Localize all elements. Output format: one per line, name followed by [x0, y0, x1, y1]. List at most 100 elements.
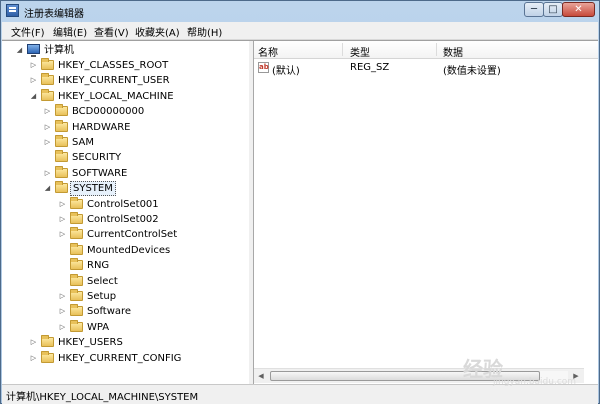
folder-icon [70, 196, 83, 209]
expand-arrow-icon[interactable]: ▷ [29, 58, 38, 73]
tree-node-controlset002[interactable]: ▷ ControlSet002 [58, 212, 249, 227]
list-header: 名称 类型 数据 [254, 41, 598, 59]
expand-arrow-icon[interactable]: ▷ [58, 212, 67, 227]
menu-favorites[interactable]: 收藏夹(A) [135, 24, 180, 39]
regedit-window: 注册表编辑器 ─ □ ✕ 文件(F) 编辑(E) 查看(V) 收藏夹(A) 帮助… [0, 0, 600, 404]
minimize-button[interactable]: ─ [524, 2, 544, 17]
collapse-arrow-icon[interactable]: ◢ [43, 181, 52, 196]
tree-node-label: 计算机 [44, 45, 74, 56]
status-path: 计算机\HKEY_LOCAL_MACHINE\SYSTEM [6, 392, 199, 403]
tree-node-hkey-current-user[interactable]: ▷ HKEY_CURRENT_USER [29, 73, 229, 88]
expand-arrow-icon[interactable]: ▷ [43, 166, 52, 181]
folder-icon [70, 289, 83, 301]
folder-icon [70, 242, 83, 255]
main-content: ◢ 计算机 ▷ HKEY_CLASSES_ROOT ▷ HKEY_CURRENT_US… [2, 40, 598, 384]
tree-node-label: RNG [87, 260, 110, 272]
collapse-arrow-icon[interactable]: ◢ [15, 43, 24, 58]
no-arrow [43, 150, 52, 165]
tree-node-label: HKEY_CURRENT_CONFIG [58, 352, 182, 364]
folder-icon [70, 304, 83, 317]
folder-icon [70, 319, 83, 332]
tree-node-computer[interactable]: ◢ 计算机 [15, 43, 135, 58]
watermark: 经验 jingyan.baidu.com [463, 353, 593, 393]
value-type: REG_SZ [350, 62, 390, 73]
tree-node-label: ControlSet002 [87, 214, 159, 225]
folder-icon [41, 88, 54, 101]
menu-file[interactable]: 文件(F) [11, 24, 45, 39]
expand-arrow-icon[interactable]: ▷ [43, 120, 52, 135]
tree-node-sam[interactable]: ▷ SAM [43, 135, 243, 150]
column-header-type[interactable]: 类型 [350, 44, 370, 59]
expand-arrow-icon[interactable]: ▷ [29, 335, 38, 350]
tree-node-hkey-users[interactable]: ▷ HKEY_USERS [29, 335, 229, 350]
tree-node-label: HARDWARE [72, 121, 131, 133]
tree-node-label: BCD00000000 [72, 106, 145, 118]
maximize-button[interactable]: □ [543, 2, 563, 17]
expand-arrow-icon[interactable]: ▷ [29, 351, 38, 366]
tree-node-hardware[interactable]: ▷ HARDWARE [43, 119, 243, 135]
tree-node-hkey-classes-root[interactable]: ▷ HKEY_CLASSES_ROOT [29, 58, 229, 73]
tree-node-software[interactable]: ▷ Software [58, 304, 249, 319]
tree-node-wpa[interactable]: ▷ WPA [58, 319, 249, 335]
expand-arrow-icon[interactable]: ▷ [58, 289, 67, 304]
computer-icon [27, 44, 40, 57]
tree-node-hkey-current-config[interactable]: ▷ HKEY_CURRENT_CONFIG [29, 350, 229, 366]
column-header-name[interactable]: 名称 [258, 44, 278, 59]
values-list: 名称 类型 数据 ab (默认) REG_SZ (数值未设置) [254, 41, 598, 384]
title-bar[interactable]: 注册表编辑器 ─ □ ✕ [1, 1, 599, 21]
value-data: (数值未设置) [443, 66, 501, 77]
tree-node-system[interactable]: ◢ SYSTEM [43, 181, 243, 197]
close-button[interactable]: ✕ [562, 2, 595, 17]
column-divider[interactable] [342, 43, 343, 56]
tree-node-label: MountedDevices [87, 244, 171, 256]
column-divider[interactable] [436, 43, 437, 56]
tree-node-setup[interactable]: ▷ Setup [58, 289, 249, 304]
window-title: 注册表编辑器 [24, 9, 84, 20]
collapse-arrow-icon[interactable]: ◢ [29, 89, 38, 104]
tree-node-mounteddevices[interactable]: MountedDevices [58, 242, 249, 258]
folder-icon [70, 212, 83, 224]
tree-node-label: HKEY_LOCAL_MACHINE [58, 90, 174, 102]
tree-node-hkey-local-machine[interactable]: ◢ HKEY_LOCAL_MACHINE [29, 88, 229, 104]
tree-node-rng[interactable]: RNG [58, 258, 249, 273]
registry-tree: ◢ 计算机 ▷ HKEY_CLASSES_ROOT ▷ HKEY_CURRENT_US… [2, 41, 250, 384]
string-value-icon: ab [258, 62, 269, 73]
folder-icon [55, 181, 68, 194]
menu-help[interactable]: 帮助(H) [187, 24, 222, 39]
column-header-data[interactable]: 数据 [443, 44, 463, 59]
menu-view[interactable]: 查看(V) [94, 24, 129, 39]
no-arrow [58, 258, 67, 273]
menu-edit[interactable]: 编辑(E) [53, 24, 87, 39]
expand-arrow-icon[interactable]: ▷ [43, 135, 52, 150]
tree-node-label: Select [87, 275, 118, 287]
tree-node-label: HKEY_CLASSES_ROOT [58, 60, 169, 71]
expand-arrow-icon[interactable]: ▷ [29, 73, 38, 88]
folder-icon [70, 227, 83, 240]
tree-node-currentcontrolset[interactable]: ▷ CurrentControlSet [58, 227, 249, 242]
expand-arrow-icon[interactable]: ▷ [58, 320, 67, 335]
expand-arrow-icon[interactable]: ▷ [43, 104, 52, 119]
tree-node-controlset001[interactable]: ▷ ControlSet001 [58, 196, 249, 212]
folder-icon [41, 350, 54, 363]
folder-icon [55, 150, 68, 163]
list-row[interactable]: ab (默认) REG_SZ (数值未设置) [254, 61, 598, 77]
folder-icon [70, 258, 83, 271]
tree-node-label: Software [87, 306, 132, 318]
tree-node-label: SOFTWARE [72, 167, 128, 179]
watermark-url: jingyan.baidu.com [493, 377, 577, 387]
tree-node-bcd00000000[interactable]: ▷ BCD00000000 [43, 104, 243, 119]
scroll-left-icon[interactable]: ◀ [254, 369, 268, 383]
tree-node-label: HKEY_USERS [58, 337, 123, 349]
expand-arrow-icon[interactable]: ▷ [58, 227, 67, 242]
tree-node-select[interactable]: Select [58, 273, 249, 289]
tree-node-security[interactable]: SECURITY [43, 150, 243, 165]
expand-arrow-icon[interactable]: ▷ [58, 304, 67, 319]
tree-node-software[interactable]: ▷ SOFTWARE [43, 165, 243, 181]
expand-arrow-icon[interactable]: ▷ [58, 197, 67, 212]
folder-icon [70, 273, 83, 286]
folder-icon [55, 135, 68, 147]
menu-bar: 文件(F) 编辑(E) 查看(V) 收藏夹(A) 帮助(H) [2, 22, 598, 40]
folder-icon [41, 58, 54, 70]
folder-icon [55, 104, 68, 117]
tree-node-label: SAM [72, 137, 95, 148]
